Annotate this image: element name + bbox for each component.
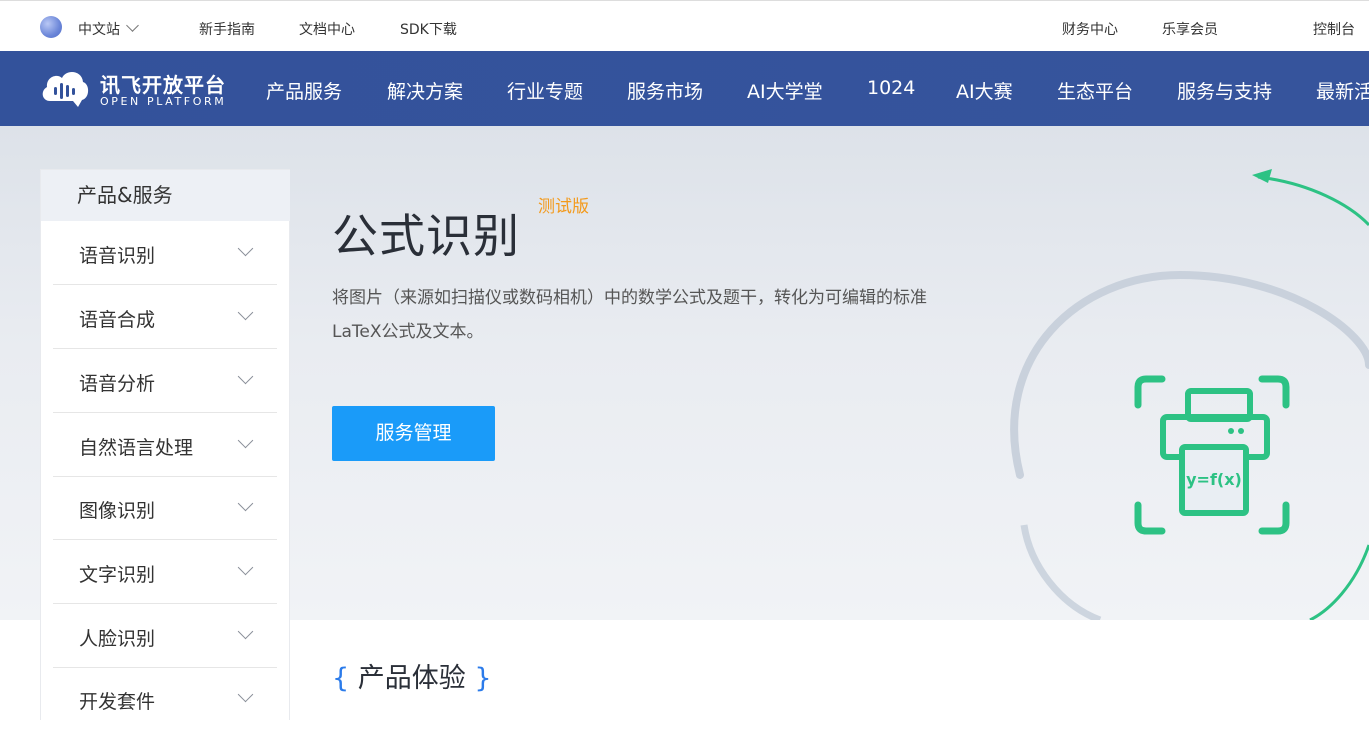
hero-description-line-2: LaTeX公式及文本。 — [332, 322, 484, 342]
chevron-down-icon — [237, 432, 254, 449]
service-management-button[interactable]: 服务管理 — [332, 406, 495, 461]
nav-item-solutions[interactable]: 解决方案 — [387, 77, 463, 104]
link-finance-center[interactable]: 财务中心 — [1062, 19, 1118, 39]
sidebar-item-face-recognition[interactable]: 人脸识别 — [53, 604, 277, 668]
chevron-down-icon — [126, 19, 139, 32]
nav-item-ai-contest[interactable]: AI大赛 — [956, 77, 1013, 104]
hero-description: 将图片（来源如扫描仪或数码相机）中的数学公式及题干，转化为可编辑的标准 LaTe… — [332, 281, 962, 349]
sidebar-item-label: 人脸识别 — [79, 628, 156, 650]
sidebar-item-nlp[interactable]: 自然语言处理 — [53, 413, 277, 477]
sidebar-item-label: 自然语言处理 — [79, 437, 194, 459]
formula-recognition-illustration: y=f(x) — [1010, 169, 1369, 620]
chevron-down-icon — [237, 559, 254, 576]
sidebar-item-image-recognition[interactable]: 图像识别 — [53, 476, 277, 540]
site-label: 中文站 — [78, 22, 120, 38]
nav-item-market[interactable]: 服务市场 — [627, 77, 703, 104]
logo-text-en: OPEN PLATFORM — [100, 95, 227, 108]
link-member[interactable]: 乐享会员 — [1162, 19, 1218, 39]
link-sdk-download[interactable]: SDK下载 — [400, 19, 457, 39]
nav-item-ai-academy[interactable]: AI大学堂 — [747, 77, 823, 104]
nav-item-latest[interactable]: 最新活 — [1316, 77, 1369, 104]
nav-item-1024[interactable]: 1024 — [867, 77, 915, 99]
top-utility-bar: 中文站 新手指南 文档中心 SDK下载 财务中心 乐享会员 控制台 — [0, 0, 1369, 51]
chevron-down-icon — [237, 495, 254, 512]
logo-cloud-icon — [42, 72, 89, 107]
sidebar-item-label: 图像识别 — [79, 500, 156, 522]
beta-badge: 测试版 — [538, 197, 589, 217]
link-beginner-guide[interactable]: 新手指南 — [199, 19, 255, 39]
sidebar-item-speech-recognition[interactable]: 语音识别 — [53, 221, 277, 285]
brace-right: } — [474, 663, 492, 694]
sidebar-item-speech-synthesis[interactable]: 语音合成 — [53, 285, 277, 349]
brace-left: { — [332, 663, 350, 694]
sidebar-item-ocr[interactable]: 文字识别 — [53, 540, 277, 604]
sidebar-item-dev-kit[interactable]: 开发套件 — [53, 667, 277, 731]
logo-text-cn: 讯飞开放平台 — [100, 73, 226, 97]
sidebar-title: 产品&服务 — [41, 170, 290, 221]
link-docs-center[interactable]: 文档中心 — [299, 19, 355, 39]
link-console[interactable]: 控制台 — [1313, 19, 1355, 39]
main-nav: 讯飞开放平台 OPEN PLATFORM 产品服务 解决方案 行业专题 服务市场… — [0, 51, 1369, 126]
nav-item-support[interactable]: 服务与支持 — [1177, 77, 1272, 104]
nav-item-products[interactable]: 产品服务 — [266, 77, 342, 104]
nav-item-ecosystem[interactable]: 生态平台 — [1057, 77, 1133, 104]
sidebar-item-label: 开发套件 — [79, 691, 156, 713]
chevron-down-icon — [237, 240, 254, 257]
chevron-down-icon — [237, 623, 254, 640]
section-title-product-experience: { 产品体验 } — [332, 656, 492, 695]
hero-description-line-1: 将图片（来源如扫描仪或数码相机）中的数学公式及题干，转化为可编辑的标准 — [332, 288, 927, 308]
product-sidebar: 产品&服务 语音识别 语音合成 语音分析 自然语言处理 图像识别 文字识别 人脸… — [40, 169, 290, 720]
nav-item-industry[interactable]: 行业专题 — [507, 77, 583, 104]
sidebar-item-label: 语音识别 — [79, 245, 156, 267]
sidebar-item-label: 语音分析 — [79, 373, 156, 395]
section-title-text: 产品体验 — [357, 663, 466, 694]
logo[interactable]: 讯飞开放平台 OPEN PLATFORM — [40, 67, 230, 111]
chevron-down-icon — [237, 304, 254, 321]
chevron-down-icon — [237, 368, 254, 385]
site-selector[interactable]: 中文站 — [78, 19, 139, 39]
sidebar-item-speech-analysis[interactable]: 语音分析 — [53, 349, 277, 413]
chevron-down-icon — [237, 686, 254, 703]
sidebar-item-label: 文字识别 — [79, 564, 156, 586]
sidebar-item-label: 语音合成 — [79, 309, 156, 331]
globe-icon[interactable] — [40, 16, 62, 38]
page-title: 公式识别 — [332, 209, 520, 263]
formula-text: y=f(x) — [1186, 470, 1242, 489]
